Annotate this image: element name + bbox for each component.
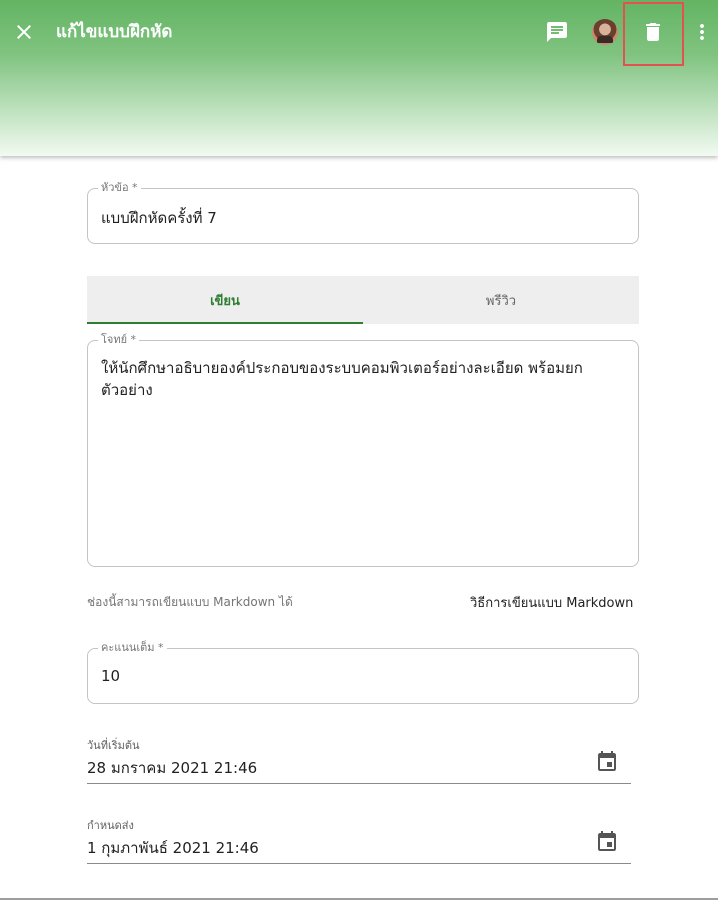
calendar-icon[interactable] (595, 750, 619, 774)
more-vert-icon[interactable] (690, 20, 714, 44)
score-field[interactable]: คะแนนเต็ม * 10 (87, 641, 639, 704)
markdown-help-link[interactable]: วิธีการเขียนแบบ Markdown (470, 592, 633, 613)
tab-write[interactable]: เขียน (87, 276, 363, 324)
due-date-value[interactable]: 1 กุมภาพันธ์ 2021 21:46 (87, 836, 259, 860)
editor-tabs: เขียน พรีวิว (87, 276, 639, 324)
start-date-value[interactable]: 28 มกราคม 2021 21:46 (87, 756, 257, 780)
page-title: แก้ไขแบบฝึกหัด (56, 22, 173, 42)
delete-highlight-box (623, 2, 684, 66)
user-avatar[interactable] (592, 19, 618, 45)
title-field-label: หัวข้อ * (98, 181, 141, 195)
close-icon[interactable] (12, 20, 36, 44)
title-field[interactable]: หัวข้อ * แบบฝึกหัดครั้งที่ 7 (87, 181, 639, 244)
calendar-icon[interactable] (595, 830, 619, 854)
due-date-field[interactable]: กำหนดส่ง 1 กุมภาพันธ์ 2021 21:46 (87, 816, 631, 864)
question-field-value[interactable]: ให้นักศึกษาอธิบายองค์ประกอบของระบบคอมพิว… (101, 357, 621, 401)
due-date-label: กำหนดส่ง (87, 819, 134, 832)
markdown-hint: ช่องนี้สามารถเขียนแบบ Markdown ได้ (87, 595, 293, 609)
title-field-value[interactable]: แบบฝึกหัดครั้งที่ 7 (101, 206, 217, 230)
tab-preview[interactable]: พรีวิว (363, 276, 639, 324)
score-field-label: คะแนนเต็ม * (98, 641, 167, 655)
question-field[interactable]: โจทย์ * ให้นักศึกษาอธิบายองค์ประกอบของระ… (87, 333, 639, 567)
score-field-value[interactable]: 10 (101, 667, 120, 685)
comment-icon[interactable] (545, 20, 569, 44)
question-field-label: โจทย์ * (98, 333, 140, 347)
start-date-label: วันที่เริ่มต้น (87, 739, 140, 752)
start-date-field[interactable]: วันที่เริ่มต้น 28 มกราคม 2021 21:46 (87, 736, 631, 784)
app-header: แก้ไขแบบฝึกหัด (0, 0, 718, 156)
